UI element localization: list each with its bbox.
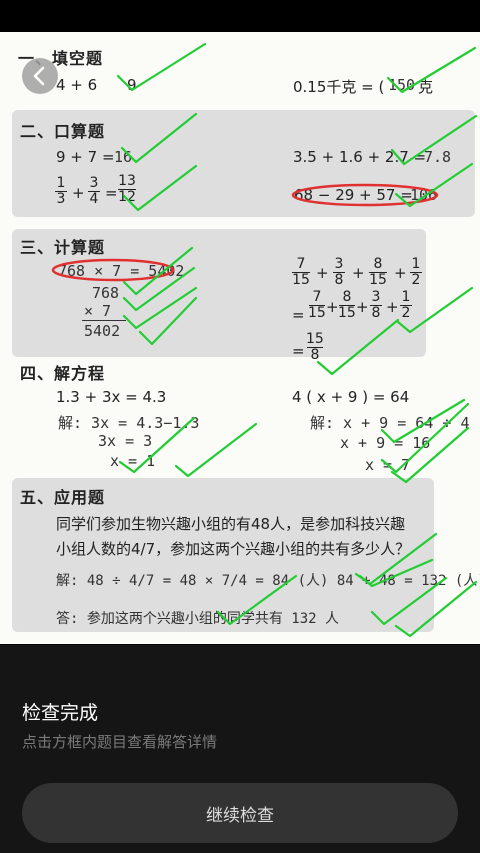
handwritten-answer: 150 bbox=[388, 76, 416, 94]
plus-sign: + bbox=[326, 298, 339, 316]
question-text[interactable]: 68 − 29 + 57 = bbox=[294, 186, 413, 204]
equals-sign: = bbox=[105, 184, 118, 202]
handwritten-work: × 7 bbox=[84, 302, 112, 320]
question-text[interactable]: 0.15千克 = ( bbox=[293, 76, 384, 97]
question-text[interactable]: 小组人数的4/7，参加这两个兴趣小组的共有多少人？ bbox=[56, 538, 410, 559]
answer-text: 9 bbox=[127, 76, 137, 94]
question-text[interactable]: 9 + 7 = bbox=[56, 148, 115, 166]
plus-sign: + bbox=[386, 298, 399, 316]
handwritten-fraction: 7 15 bbox=[308, 289, 326, 321]
handwritten-work: 解: 48 ÷ 4/7 = 48 × 7/4 = 84 (人) 84 + 48 … bbox=[56, 573, 480, 589]
status-bar bbox=[0, 0, 480, 32]
handwritten-work: 3x = 3 bbox=[98, 432, 153, 450]
continue-check-button[interactable]: 继续检查 bbox=[22, 783, 458, 843]
plus-sign: + bbox=[72, 184, 85, 202]
handwritten-fraction: 8 15 bbox=[338, 289, 356, 321]
handwritten-work: 5402 bbox=[84, 322, 121, 340]
homework-photo: 一、填空题 4 + 6 9 0.15千克 = ( 150 克 二、口算题 9 +… bbox=[0, 32, 480, 644]
handwritten-answer: 106 bbox=[410, 186, 438, 204]
section-title: 二、口算题 bbox=[20, 122, 106, 141]
handwritten-work: x + 9 = 16 bbox=[340, 434, 431, 452]
question-text[interactable]: 同学们参加生物兴趣小组的有48人，是参加科技兴趣 bbox=[56, 513, 405, 534]
fraction: 13 bbox=[55, 175, 67, 207]
question-text[interactable]: 4 ( x + 9 ) = 64 bbox=[292, 388, 409, 406]
equals-sign: = bbox=[292, 306, 305, 324]
handwritten-fraction: 12 bbox=[400, 289, 412, 321]
chevron-left-icon bbox=[33, 66, 45, 86]
handwritten-fraction: 13 12 bbox=[118, 173, 136, 205]
fraction: 34 bbox=[88, 175, 100, 207]
handwritten-work: 768 bbox=[92, 284, 120, 302]
fraction: 8 15 bbox=[369, 256, 387, 288]
question-text[interactable]: 768 × 7 = 5402 bbox=[58, 262, 184, 280]
section-title: 五、应用题 bbox=[20, 488, 106, 507]
unit-text: 克 bbox=[418, 78, 434, 96]
handwritten-fraction: 15 8 bbox=[306, 331, 324, 363]
question-text[interactable]: 4 + 6 bbox=[56, 76, 97, 94]
handwritten-work: 解: 3x = 4.3−1.3 bbox=[58, 414, 200, 432]
handwritten-work: 解: x + 9 = 64 ÷ 4 bbox=[310, 414, 470, 432]
handwritten-answer: 7.8 bbox=[424, 148, 452, 166]
question-text[interactable]: 1.3 + 3x = 4.3 bbox=[56, 388, 166, 406]
handwritten-answer: 答: 参加这两个兴趣小组的同学共有 132 人 bbox=[56, 611, 339, 627]
question-text[interactable]: 3.5 + 1.6 + 2.7 = bbox=[293, 148, 426, 166]
section-title: 三、计算题 bbox=[20, 238, 106, 257]
handwritten-answer: 16 bbox=[114, 148, 133, 166]
plus-sign: + bbox=[356, 298, 369, 316]
check-complete-title: 检查完成 bbox=[22, 702, 99, 724]
fraction: 38 bbox=[333, 256, 345, 288]
fraction: 7 15 bbox=[292, 256, 310, 288]
plus-sign: + bbox=[352, 264, 365, 282]
handwritten-work: x = 7 bbox=[365, 456, 411, 474]
fraction: 12 bbox=[410, 256, 422, 288]
handwritten-fraction: 38 bbox=[370, 289, 382, 321]
equals-sign: = bbox=[292, 342, 305, 360]
check-complete-hint: 点击方框内题目查看解答详情 bbox=[22, 733, 218, 751]
section-title: 四、解方程 bbox=[20, 364, 106, 383]
back-button[interactable] bbox=[22, 58, 58, 94]
plus-sign: + bbox=[316, 264, 329, 282]
handwritten-work: x = 1 bbox=[110, 452, 156, 470]
plus-sign: + bbox=[394, 264, 407, 282]
